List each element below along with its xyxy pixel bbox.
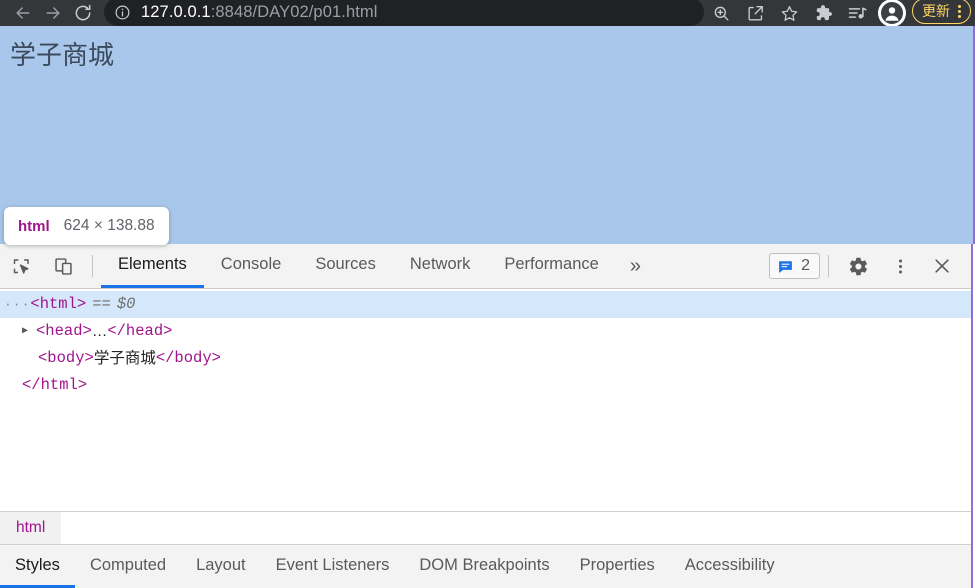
zoom-in-icon[interactable]	[704, 0, 738, 26]
tab-accessibility[interactable]: Accessibility	[670, 545, 790, 588]
dom-row-open-tag: </html>	[22, 376, 88, 394]
tab-network[interactable]: Network	[393, 244, 488, 288]
element-inspect-tooltip: html 624 × 138.88	[4, 207, 169, 245]
page-heading: 学子商城	[10, 40, 115, 70]
update-button-label: 更新	[922, 3, 950, 19]
forward-arrow-icon[interactable]	[38, 0, 68, 26]
dom-tree-row[interactable]: <body> 学子商城 </body>	[0, 345, 971, 372]
dom-row-equals: ==	[92, 295, 111, 313]
dom-row-dollar-ref: $0	[116, 295, 136, 313]
tab-event-listeners[interactable]: Event Listeners	[261, 545, 405, 588]
styles-pane-tab-list: Styles Computed Layout Event Listeners D…	[0, 544, 971, 588]
tooltip-tag-name: html	[18, 217, 50, 235]
device-toolbar-icon[interactable]	[42, 244, 84, 288]
url-host: 127.0.0.1	[141, 2, 211, 21]
tab-elements[interactable]: Elements	[101, 244, 204, 288]
close-icon[interactable]	[921, 244, 963, 288]
issues-message-icon	[779, 260, 792, 273]
tooltip-dimensions: 624 × 138.88	[63, 217, 155, 234]
devtools-panel: Elements Console Sources Network Perform…	[0, 244, 973, 588]
profile-avatar[interactable]	[878, 0, 906, 27]
dom-row-close-tag: </body>	[155, 349, 221, 367]
expand-triangle-icon[interactable]: ▶	[22, 318, 36, 345]
tab-sources[interactable]: Sources	[298, 244, 393, 288]
dom-row-text: 学子商城	[93, 350, 156, 367]
gear-icon[interactable]	[837, 244, 879, 288]
tab-computed[interactable]: Computed	[75, 545, 181, 588]
breadcrumb-item-html[interactable]: html	[0, 512, 62, 544]
tab-layout[interactable]: Layout	[181, 545, 261, 588]
dom-tree-row[interactable]: </html>	[0, 372, 971, 399]
reload-icon[interactable]	[68, 0, 98, 26]
tab-properties[interactable]: Properties	[565, 545, 670, 588]
dom-tree[interactable]: ··· <html> == $0 ▶ <head> … </head> <bod…	[0, 289, 971, 511]
viewport-right-edge	[963, 26, 975, 244]
devtools-toolbar: Elements Console Sources Network Perform…	[0, 244, 971, 289]
tab-dom-breakpoints[interactable]: DOM Breakpoints	[404, 545, 564, 588]
address-bar[interactable]: 127.0.0.1:8848/DAY02/p01.html	[104, 0, 704, 26]
dom-row-open-tag: <head>	[36, 322, 92, 340]
toolbar-divider	[92, 255, 93, 277]
toolbar-divider-right	[828, 255, 829, 277]
tab-overflow-chevron-icon[interactable]: »	[616, 244, 655, 288]
dom-row-text: …	[91, 323, 108, 340]
dom-row-close-tag: </head>	[107, 322, 173, 340]
update-button[interactable]: 更新	[912, 0, 971, 24]
dom-row-open-tag: <html>	[30, 295, 87, 313]
url-text: 127.0.0.1:8848/DAY02/p01.html	[141, 3, 378, 22]
extensions-puzzle-icon[interactable]	[806, 0, 840, 26]
reading-list-icon[interactable]	[840, 0, 874, 26]
dom-row-ellipsis: ···	[4, 297, 31, 312]
issues-count: 2	[801, 257, 810, 274]
tab-performance[interactable]: Performance	[487, 244, 615, 288]
kebab-menu-icon[interactable]	[955, 4, 964, 18]
site-info-icon[interactable]	[114, 4, 131, 21]
share-icon[interactable]	[738, 0, 772, 26]
browser-window: 127.0.0.1:8848/DAY02/p01.html 更新 学子商城 ht…	[0, 0, 975, 588]
issues-badge[interactable]: 2	[769, 253, 820, 279]
dom-tree-row[interactable]: ▶ <head> … </head>	[0, 318, 971, 345]
browser-toolbar: 127.0.0.1:8848/DAY02/p01.html 更新	[0, 0, 975, 27]
tab-styles[interactable]: Styles	[0, 545, 75, 588]
bookmark-star-icon[interactable]	[772, 0, 806, 26]
back-arrow-icon[interactable]	[8, 0, 38, 26]
inspect-element-icon[interactable]	[0, 244, 42, 288]
devtools-toolbar-right: 2	[769, 244, 971, 288]
devtools-kebab-menu-icon[interactable]	[879, 244, 921, 288]
breadcrumb: html	[0, 511, 971, 544]
devtools-tab-list: Elements Console Sources Network Perform…	[101, 244, 769, 288]
tab-console[interactable]: Console	[204, 244, 299, 288]
dom-tree-row[interactable]: ··· <html> == $0	[0, 291, 971, 318]
dom-row-open-tag: <body>	[38, 349, 94, 367]
url-path: :8848/DAY02/p01.html	[210, 2, 378, 21]
